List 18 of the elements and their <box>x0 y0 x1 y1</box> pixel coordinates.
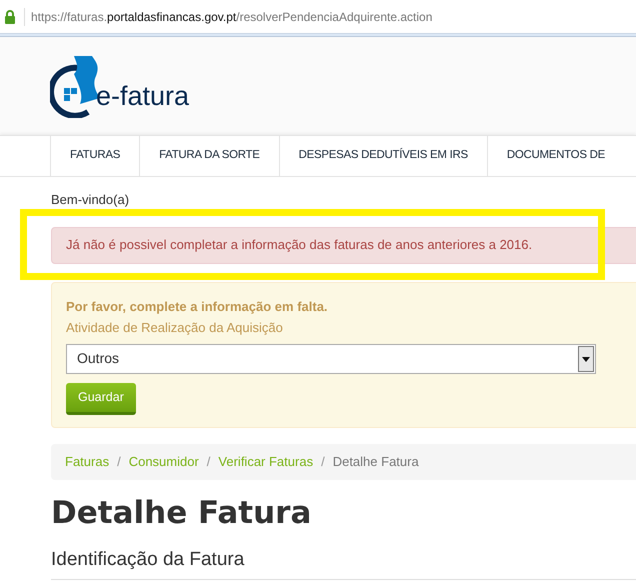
form-heading: Por favor, complete a informação em falta. <box>66 298 329 316</box>
nav-tab[interactable]: DESPESAS DEDUTÍVEIS EM IRS <box>278 136 487 176</box>
nav-tab[interactable]: FATURA DA SORTE <box>139 136 279 176</box>
breadcrumb-separator: / <box>206 452 212 471</box>
error-alert: Já não é possivel completar a informação das faturas de anos anteriores a 2016. <box>51 226 636 264</box>
nav-tab[interactable]: FATURAS <box>50 136 140 176</box>
lock-icon <box>4 10 16 24</box>
welcome-text: Bem-vindo(a) <box>51 191 130 209</box>
section-title: Identificação da Fatura <box>51 548 246 572</box>
activity-select[interactable]: Outros <box>66 344 596 374</box>
logo-text: e-fatura <box>96 83 190 110</box>
breadcrumb-separator: / <box>320 452 326 471</box>
page-title: Detalhe Fatura <box>51 494 312 532</box>
breadcrumb-current: Detalhe Fatura <box>332 452 419 471</box>
nav-tab[interactable]: DOCUMENTOS DE <box>486 136 624 176</box>
field-label: Atividade de Realização da Aquisição <box>66 319 284 337</box>
url-text[interactable]: https://faturas.portaldasfinancas.gov.pt/resolverPendenciaAdquirente.action <box>24 8 432 26</box>
breadcrumb-separator: / <box>116 452 122 471</box>
